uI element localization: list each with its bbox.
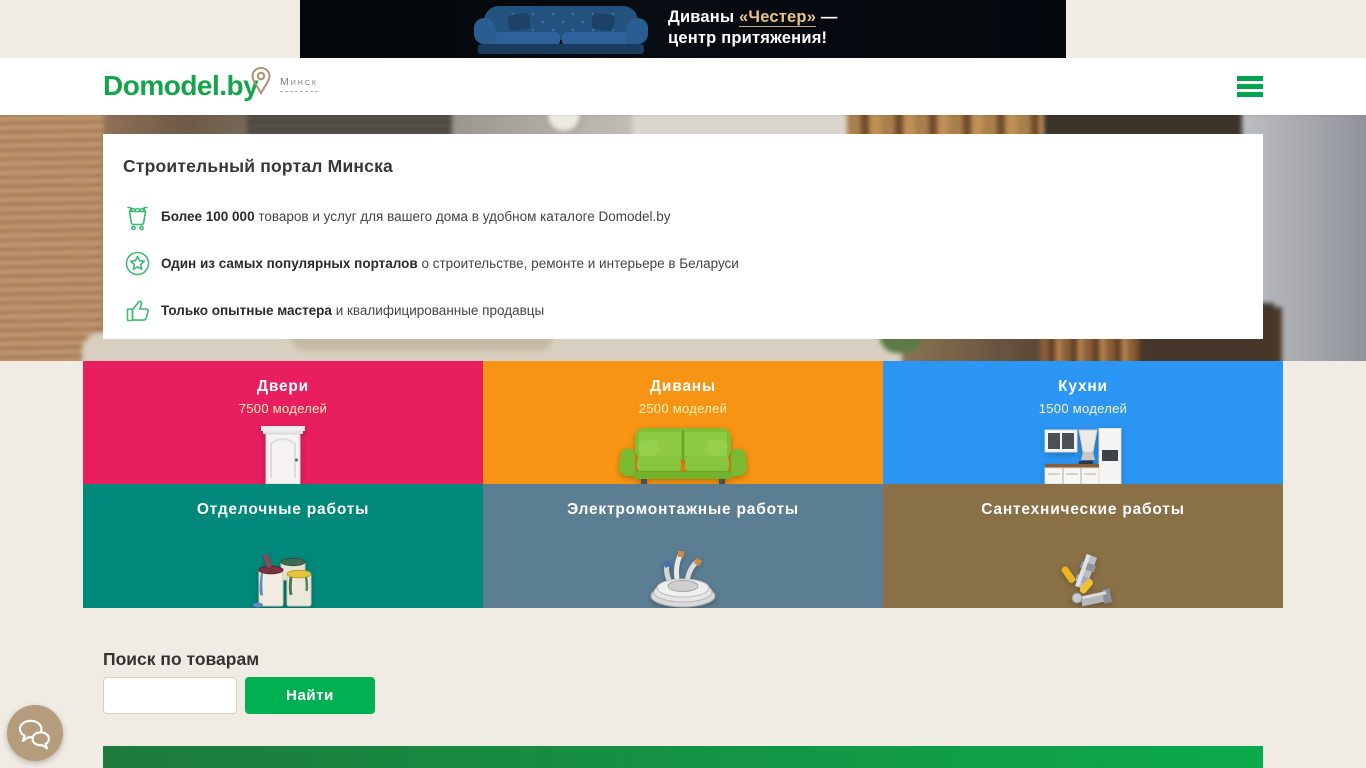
tile-title: Отделочные работы xyxy=(196,501,370,518)
tile-santehnicheskie[interactable]: Сантехнические работы xyxy=(883,484,1283,608)
page-title: Строительный портал Минска xyxy=(123,156,393,176)
paint-cans-image xyxy=(251,552,315,608)
chester-sofa-image xyxy=(474,6,648,54)
tile-title: Электромонтажные работы xyxy=(567,501,799,518)
top-ad-banner[interactable]: Диваны «Честер» — центр притяжения! xyxy=(300,0,1066,58)
header: Domodel.by Минск xyxy=(0,58,1366,115)
pipe-fittings-image xyxy=(1053,552,1113,608)
chat-icon xyxy=(18,719,50,750)
hamburger-menu-icon[interactable] xyxy=(1237,76,1263,97)
bottom-banner-strip[interactable] xyxy=(103,746,1263,768)
feature-text: Один из самых популярных порталов о стро… xyxy=(161,255,739,271)
cable-coil-image xyxy=(647,550,719,608)
tile-elektromontazhnye[interactable]: Электромонтажные работы xyxy=(483,484,883,608)
thumbs-up-icon xyxy=(123,295,151,325)
tile-subtitle: 1500 моделей xyxy=(1038,401,1128,416)
search-section-title: Поиск по товарам xyxy=(103,649,260,669)
ad-line1-suffix: — xyxy=(816,8,838,26)
tile-title: Сантехнические работы xyxy=(981,501,1185,518)
tile-title: Диваны xyxy=(650,378,716,395)
door-image xyxy=(260,426,306,484)
intro-card: Строительный портал Минска Более 100 000… xyxy=(103,134,1263,339)
ad-chester-link[interactable]: «Честер» xyxy=(739,8,817,27)
tile-kuhni[interactable]: Кухни 1500 моделей xyxy=(883,361,1283,484)
award-icon xyxy=(123,248,151,278)
logo[interactable]: Domodel.by xyxy=(103,70,259,102)
ad-line2: центр притяжения! xyxy=(668,29,828,47)
city-label: Минск xyxy=(280,76,318,92)
chat-widget-button[interactable] xyxy=(7,705,63,761)
feature-item: Более 100 000 товаров и услуг для вашего… xyxy=(123,201,1233,231)
cart-icon xyxy=(123,201,151,231)
tile-subtitle: 7500 моделей xyxy=(238,401,328,416)
tile-subtitle: 2500 моделей xyxy=(638,401,728,416)
feature-list: Более 100 000 товаров и услуг для вашего… xyxy=(123,201,1233,325)
tile-otdelochnye[interactable]: Отделочные работы xyxy=(83,484,483,608)
search-input[interactable] xyxy=(103,677,237,714)
feature-text: Более 100 000 товаров и услуг для вашего… xyxy=(161,208,671,224)
feature-text: Только опытные мастера и квалифицированн… xyxy=(161,302,545,318)
ad-banner-text: Диваны «Честер» — центр притяжения! xyxy=(668,7,838,49)
sofa-image xyxy=(619,428,747,484)
location-pin-icon xyxy=(251,66,271,95)
feature-item: Один из самых популярных порталов о стро… xyxy=(123,248,1233,278)
feature-item: Только опытные мастера и квалифицированн… xyxy=(123,295,1233,325)
tile-divany[interactable]: Диваны 2500 моделей xyxy=(483,361,883,484)
tile-dveri[interactable]: Двери 7500 моделей xyxy=(83,361,483,484)
tile-title: Двери xyxy=(257,378,309,395)
search-button[interactable]: Найти xyxy=(245,677,375,714)
city-picker[interactable]: Минск xyxy=(250,66,318,96)
category-tiles: Двери 7500 моделей Диваны 2500 моделей К… xyxy=(83,361,1283,608)
tile-title: Кухни xyxy=(1058,378,1108,395)
kitchen-image xyxy=(1043,427,1123,484)
ad-line1-prefix: Диваны xyxy=(668,8,740,26)
